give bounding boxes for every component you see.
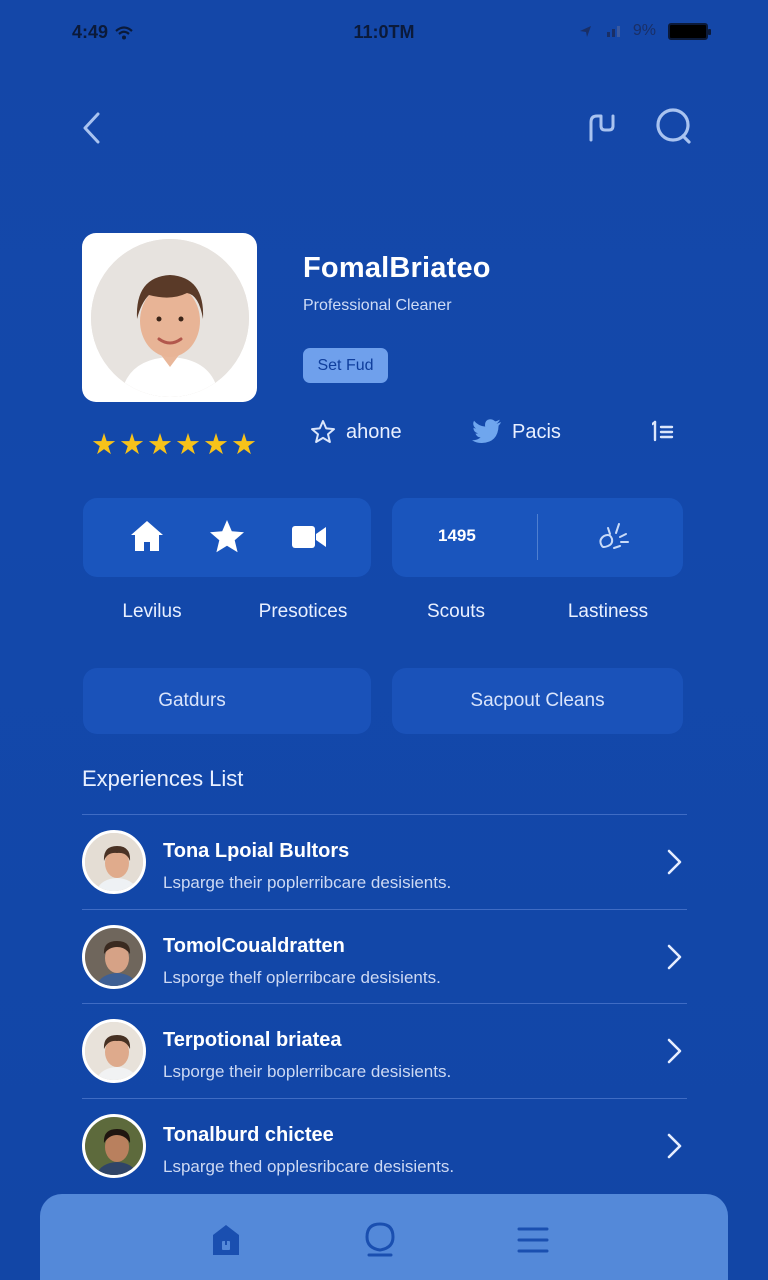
profile-role: Professional Cleaner (303, 297, 452, 314)
social-row: ahone Pacis (0, 413, 768, 457)
list-item-desc: Lsporge their boplerribcare desisients. (163, 1062, 452, 1081)
avatar-photo (85, 833, 143, 891)
search-icon (656, 108, 691, 144)
phone-label: ahone (346, 420, 402, 443)
profile-avatar-card[interactable] (82, 233, 257, 402)
video-icon (292, 526, 326, 548)
share-button[interactable] (580, 106, 624, 150)
top-nav (0, 100, 768, 156)
avatar-photo (85, 927, 143, 986)
list-item-desc: Lsparge their poplerribcare desisients. (163, 873, 452, 892)
sacpout-cleans-button[interactable]: Sacpout Cleans (392, 668, 683, 734)
tab-levilus[interactable]: Levilus (96, 601, 208, 623)
favorite-action-button[interactable] (208, 518, 246, 561)
avatar (82, 830, 146, 894)
avatar (82, 1019, 146, 1083)
section-title: Experiences List (82, 766, 244, 791)
signal-icon (606, 26, 620, 37)
chevron-right-icon (667, 944, 682, 969)
nav-menu-button[interactable] (513, 1220, 553, 1260)
action-card (83, 498, 371, 577)
list-item-title: Tona Lpoial Bultors (163, 840, 350, 862)
stats-card: 1495 (392, 498, 683, 577)
list-item-desc: Lsparge thed opplesribcare desisients. (163, 1156, 455, 1176)
status-right: 9% (577, 22, 711, 40)
profile-photo (90, 238, 249, 397)
stat-divider (537, 514, 538, 560)
bottom-nav (40, 1194, 728, 1280)
avatar (82, 1113, 146, 1178)
sparkle-icon (599, 523, 629, 549)
stat-count: 1495 (438, 526, 476, 545)
star-outline-icon (311, 420, 335, 443)
battery-icon (668, 22, 711, 40)
nav-profile-button[interactable] (360, 1220, 400, 1260)
list-item-title: Tonalburd chictee (163, 1123, 334, 1146)
list-item-desc: Lsporge thelf oplerribcare desisients. (163, 967, 441, 987)
twitter-icon (472, 419, 501, 443)
list-icon (652, 420, 674, 442)
home-action-button[interactable] (128, 518, 166, 559)
phone-link[interactable]: ahone (310, 419, 402, 445)
video-action-button[interactable] (291, 524, 327, 555)
battery-percent: 9% (632, 22, 656, 39)
tab-lastiness[interactable]: Lastiness (552, 601, 664, 623)
share-icon (589, 114, 615, 142)
list-item[interactable]: Tona Lpoial Bultors Lsparge their popler… (82, 814, 687, 909)
avatar (82, 924, 146, 989)
chevron-right-icon (667, 849, 682, 875)
twitter-label: Pacis (512, 420, 561, 443)
list-view-button[interactable] (652, 419, 674, 443)
sparkle-button[interactable] (594, 520, 632, 559)
profile-avatar (90, 238, 249, 397)
experience-list: Tona Lpoial Bultors Lsparge their popler… (82, 814, 687, 1192)
twitter-link[interactable]: Pacis (472, 419, 561, 445)
profile-badge-button[interactable]: Set Fud (303, 348, 388, 383)
status-bar: 4:49 11:0TM 9% (0, 0, 768, 66)
chevron-right-icon (667, 1038, 682, 1064)
profile-icon (365, 1222, 395, 1257)
profile-name: FomalBriateo (303, 252, 491, 284)
back-button[interactable] (70, 106, 114, 150)
avatar-photo (85, 1116, 143, 1175)
tab-presotices[interactable]: Presotices (244, 601, 362, 623)
star-icon (210, 520, 244, 553)
back-icon (83, 112, 100, 144)
home-icon (131, 521, 163, 551)
list-item[interactable]: Terpotional briatea Lsporge their bopler… (82, 1003, 687, 1098)
chevron-right-icon (667, 1133, 682, 1158)
search-button[interactable] (652, 104, 696, 148)
nav-home-button[interactable] (206, 1220, 246, 1260)
list-item[interactable]: TomolCoualdratten Lsporge thelf oplerrib… (82, 908, 687, 1004)
tab-scouts[interactable]: Scouts (406, 601, 506, 623)
location-icon (579, 26, 591, 37)
home-icon (213, 1225, 239, 1255)
menu-icon (517, 1227, 549, 1253)
list-item-title: Terpotional briatea (163, 1029, 342, 1051)
list-item[interactable]: Tonalburd chictee Lsparge thed opplesrib… (82, 1097, 687, 1193)
list-item-title: TomolCoualdratten (163, 934, 345, 957)
tab-row: Levilus Presotices Scouts Lastiness (0, 601, 768, 629)
avatar-photo (85, 1022, 143, 1080)
gatdurs-button[interactable]: Gatdurs (83, 668, 371, 734)
